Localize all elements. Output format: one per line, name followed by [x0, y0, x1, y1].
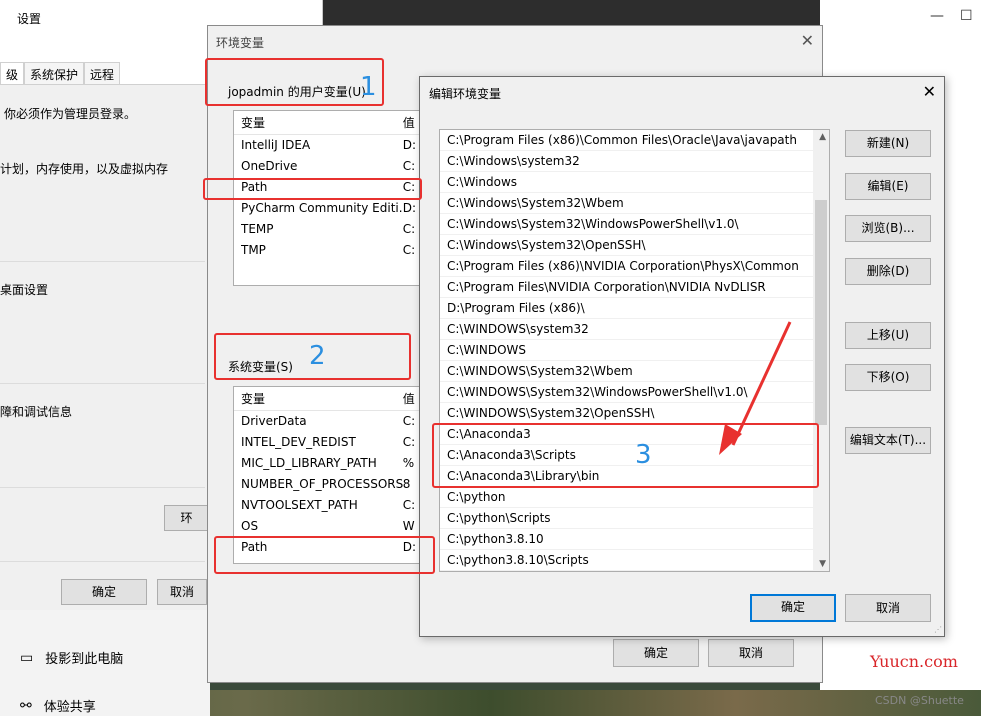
table-row[interactable]: INTEL_DEV_REDIST C:	[234, 432, 422, 453]
list-header: 变量 值	[234, 111, 422, 135]
annotation-number-1: 1	[360, 72, 377, 102]
scrollbar[interactable]: ▲ ▼	[813, 130, 829, 571]
table-row[interactable]: OS W	[234, 516, 422, 537]
settings-tabs: 级 系统保护 远程	[0, 62, 121, 84]
resize-grip-icon[interactable]: ⋰	[934, 625, 942, 634]
list-item[interactable]: C:\Windows	[440, 172, 813, 193]
minimize-icon[interactable]: —	[930, 8, 944, 24]
table-row[interactable]: MIC_LD_LIBRARY_PATH%	[234, 453, 422, 474]
monitor-icon: ▭	[20, 649, 34, 666]
list-item[interactable]: C:\Windows\System32\WindowsPowerShell\v1…	[440, 214, 813, 235]
nav-project-to-pc[interactable]: ▭ 投影到此电脑	[20, 648, 124, 668]
scroll-thumb[interactable]	[815, 200, 827, 425]
env-ok-button[interactable]: 确定	[613, 639, 699, 667]
tab-advanced[interactable]: 级	[0, 62, 25, 84]
path-list[interactable]: C:\Program Files (x86)\Common Files\Orac…	[439, 129, 830, 572]
list-item[interactable]: C:\WINDOWS\System32\Wbem	[440, 361, 813, 382]
table-row[interactable]: PyCharm Community Editi... D:	[234, 198, 422, 219]
watermark-csdn: CSDN @Shuette	[875, 694, 964, 707]
table-row[interactable]: TMP C:	[234, 240, 422, 261]
table-row[interactable]: IntelliJ IDEA D:	[234, 135, 422, 156]
tab-system-protection[interactable]: 系统保护	[24, 62, 85, 84]
divider	[0, 261, 205, 262]
settings-cancel-button[interactable]: 取消	[157, 579, 207, 605]
nav-shared-experience[interactable]: ⚯ 体验共享	[20, 696, 96, 716]
list-item[interactable]: C:\python\Scripts	[440, 508, 813, 529]
list-item[interactable]: C:\python3.8.10	[440, 529, 813, 550]
list-item[interactable]: C:\WINDOWS\System32\WindowsPowerShell\v1…	[440, 382, 813, 403]
edit-button[interactable]: 编辑(E)	[845, 173, 931, 200]
edit-cancel-button[interactable]: 取消	[845, 594, 931, 622]
annotation-box-1	[205, 58, 384, 106]
new-button[interactable]: 新建(N)	[845, 130, 931, 157]
edit-text-button[interactable]: 编辑文本(T)...	[845, 427, 931, 454]
header-variable[interactable]: 变量	[241, 111, 403, 134]
debug-text: 障和调试信息	[0, 405, 73, 419]
edit-title: 编辑环境变量	[429, 87, 502, 101]
desktop-text: 桌面设置	[0, 283, 49, 297]
scroll-down-icon[interactable]: ▼	[819, 559, 826, 569]
close-icon[interactable]: ✕	[801, 31, 814, 50]
maximize-icon[interactable]: ☐	[960, 8, 973, 24]
list-item[interactable]: C:\python	[440, 487, 813, 508]
divider	[0, 561, 205, 562]
table-row[interactable]: NUMBER_OF_PROCESSORS 8	[234, 474, 422, 495]
list-item[interactable]: C:\WINDOWS\System32\OpenSSH\	[440, 403, 813, 424]
list-item[interactable]: C:\Program Files (x86)\Common Files\Orac…	[440, 130, 813, 151]
move-down-button[interactable]: 下移(O)	[845, 364, 931, 391]
settings-ok-button[interactable]: 确定	[61, 579, 147, 605]
annotation-number-3: 3	[635, 440, 652, 470]
list-item[interactable]: C:\Windows\System32\OpenSSH\	[440, 235, 813, 256]
list-item[interactable]: C:\Program Files\NVIDIA Corporation\NVID…	[440, 277, 813, 298]
env-vars-button[interactable]: 环	[164, 505, 209, 531]
edit-ok-button[interactable]: 确定	[750, 594, 836, 622]
list-header: 变量 值	[234, 387, 422, 411]
settings-title: 设置	[17, 12, 42, 26]
close-icon[interactable]: ✕	[923, 82, 936, 101]
tab-remote[interactable]: 远程	[84, 62, 121, 84]
annotation-box-user-path	[203, 178, 422, 200]
nav-label: 体验共享	[43, 700, 96, 715]
performance-text: 计划，内存使用，以及虚拟内存	[0, 162, 169, 176]
list-item[interactable]: C:\Windows\system32	[440, 151, 813, 172]
annotation-box-3	[432, 423, 819, 488]
list-item[interactable]: C:\WINDOWS\system32	[440, 319, 813, 340]
annotation-box-system-path	[214, 536, 435, 574]
share-icon: ⚯	[20, 697, 32, 714]
table-row[interactable]: DriverData C:	[234, 411, 422, 432]
nav-label: 投影到此电脑	[45, 652, 124, 667]
settings-nav: ▭ 投影到此电脑 ⚯ 体验共享	[0, 610, 210, 716]
annotation-number-2: 2	[309, 341, 326, 371]
divider	[0, 383, 205, 384]
table-row[interactable]: OneDrive C:	[234, 156, 422, 177]
watermark-site: Yuucn.com	[870, 652, 958, 671]
delete-button[interactable]: 删除(D)	[845, 258, 931, 285]
env-title: 环境变量	[216, 36, 265, 50]
list-item[interactable]: C:\Windows\System32\Wbem	[440, 193, 813, 214]
header-variable[interactable]: 变量	[241, 387, 403, 410]
env-cancel-button[interactable]: 取消	[708, 639, 794, 667]
divider	[0, 487, 205, 488]
move-up-button[interactable]: 上移(U)	[845, 322, 931, 349]
scroll-up-icon[interactable]: ▲	[819, 132, 826, 142]
list-item[interactable]: C:\Program Files (x86)\NVIDIA Corporatio…	[440, 256, 813, 277]
list-item[interactable]: D:\Program Files (x86)\	[440, 298, 813, 319]
edit-env-window: 编辑环境变量 ✕ C:\Program Files (x86)\Common F…	[419, 76, 945, 637]
list-item[interactable]: C:\WINDOWS	[440, 340, 813, 361]
table-row[interactable]: TEMP C:	[234, 219, 422, 240]
admin-note: 你必须作为管理员登录。	[4, 107, 137, 121]
table-row[interactable]: NVTOOLSEXT_PATH C:	[234, 495, 422, 516]
browse-button[interactable]: 浏览(B)...	[845, 215, 931, 242]
list-item[interactable]: C:\python3.8.10\Scripts	[440, 550, 813, 571]
